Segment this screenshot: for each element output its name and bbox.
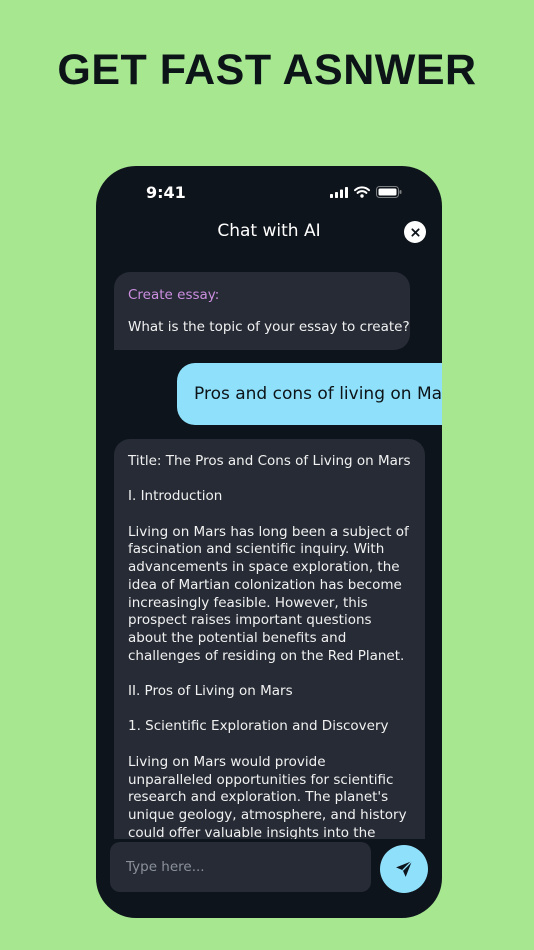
user-message-text: Pros and cons of living on Mars: [194, 384, 442, 404]
message-input[interactable]: [124, 858, 358, 876]
essay-subheading: 1. Scientific Exploration and Discovery: [128, 718, 389, 735]
cellular-signal-icon: [330, 186, 348, 198]
essay-paragraph: Living on Mars would provide unparallele…: [128, 753, 407, 839]
battery-icon: [376, 186, 402, 198]
essay-text: Title: The Pros and Cons of Living on Ma…: [128, 453, 411, 839]
phone-frame: 9:41 Chat with AI Create essay: What is …: [96, 166, 442, 918]
essay-section-heading: I. Introduction: [128, 488, 223, 505]
send-icon: [396, 860, 413, 877]
essay-section-heading: II. Pros of Living on Mars: [128, 683, 293, 700]
essay-response-bubble[interactable]: Title: The Pros and Cons of Living on Ma…: [114, 439, 425, 839]
status-icons: [330, 186, 402, 198]
message-input-container[interactable]: [110, 842, 371, 892]
prompt-question: What is the topic of your essay to creat…: [128, 319, 410, 335]
status-time: 9:41: [146, 183, 186, 202]
send-button[interactable]: [380, 845, 428, 893]
essay-title: Title: The Pros and Cons of Living on Ma…: [128, 453, 411, 469]
headline: GET FAST ASNWER: [57, 46, 477, 94]
chat-title: Chat with AI: [217, 221, 321, 241]
essay-paragraph: Living on Mars has long been a subject o…: [128, 523, 409, 664]
ai-message-bubble: Create essay: What is the topic of your …: [114, 272, 410, 350]
close-icon: [410, 227, 420, 237]
wifi-icon: [354, 186, 370, 198]
close-button[interactable]: [404, 221, 426, 243]
prompt-label: Create essay:: [128, 287, 220, 303]
user-message-bubble: Pros and cons of living on Mars: [177, 363, 442, 425]
